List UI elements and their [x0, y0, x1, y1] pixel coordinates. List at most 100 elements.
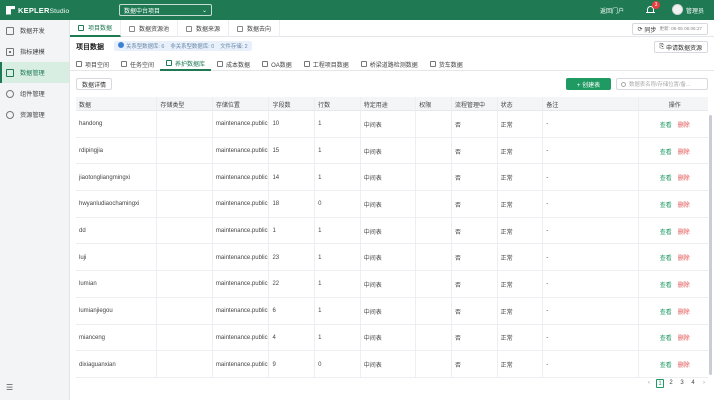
view-link[interactable]: 查看	[660, 120, 672, 129]
cell-purpose: 中间表	[361, 271, 417, 298]
table-row[interactable]: lumianjiegou maintenance.public 6 1 中间表否正常 - 查…	[76, 297, 708, 325]
scrollbar[interactable]	[709, 115, 712, 375]
view-link[interactable]: 查看	[660, 227, 672, 236]
subtab-truck-data[interactable]: 货车数据	[424, 57, 469, 71]
delete-link[interactable]: 删除	[678, 253, 690, 262]
cell-note: -	[543, 111, 639, 138]
cell-status: 正常	[498, 351, 544, 378]
delete-link[interactable]: 删除	[678, 333, 690, 342]
delete-link[interactable]: 删除	[678, 173, 690, 182]
cell-permission	[416, 217, 453, 245]
username[interactable]: 管理员	[686, 6, 704, 15]
create-table-button[interactable]: + 创建表	[566, 78, 611, 90]
table-row[interactable]: mianceng maintenance.public 4 1 中间表否正常 - 查看 删除	[76, 324, 708, 352]
cell-permission	[416, 191, 453, 218]
menu-collapse-icon[interactable]: ☰	[6, 383, 13, 392]
pager-page-4[interactable]: 4	[689, 379, 697, 388]
cell-storage-type	[157, 271, 213, 298]
sync-button[interactable]: ⟳ 同步 更新: 06-05 06:06:27	[631, 23, 708, 35]
delete-link[interactable]: 删除	[678, 200, 690, 209]
column-header: 字段数	[269, 97, 316, 111]
view-link[interactable]: 查看	[660, 333, 672, 342]
logo[interactable]: KEPLERStudio	[0, 0, 70, 20]
table-row[interactable]: jiaotongliangmingxi maintenance.public 14 1…	[76, 164, 708, 192]
subtab-cost-data[interactable]: 成本数据	[211, 57, 256, 71]
sidebar-item-resource-management[interactable]: 资源管理	[0, 104, 69, 125]
table-row[interactable]: handong maintenance.public 10 1 中间表否正常 - 查看 删除	[76, 111, 708, 138]
avatar[interactable]	[672, 4, 683, 15]
pager-page-2[interactable]: 2	[667, 379, 675, 388]
pager-page-3[interactable]: 3	[678, 379, 686, 388]
view-link[interactable]: 查看	[660, 280, 672, 289]
sidebar-item-component-management[interactable]: 组件管理	[0, 83, 69, 104]
cell-storage-type	[157, 111, 213, 138]
cell-storage-type	[157, 244, 213, 272]
cell-storage-type	[157, 217, 213, 245]
table-body: handong maintenance.public 10 1 中间表否正常 - 查看 删除 r…	[76, 111, 708, 378]
subtab-icon	[166, 60, 173, 66]
subtab-bridge-road-data[interactable]: 桥梁道路检测数据	[355, 57, 424, 71]
delete-link[interactable]: 删除	[678, 360, 690, 369]
cell-field-count: 4	[269, 324, 316, 352]
subtab-project-space[interactable]: 项目空间	[70, 57, 115, 71]
view-link[interactable]: 查看	[660, 307, 672, 316]
brand-name: KEPLER	[18, 5, 50, 15]
pager-next-button[interactable]: ›	[700, 379, 708, 388]
delete-link[interactable]: 删除	[678, 280, 690, 289]
table-row[interactable]: lumian maintenance.public 22 1 中间表否正常 - 查看 删除	[76, 271, 708, 298]
tab-project-data[interactable]: 项目数据	[70, 20, 122, 37]
cell-row-count: 1	[315, 217, 361, 245]
table-row[interactable]: hwyanludiaochamingxi maintenance.public 18…	[76, 191, 708, 218]
delete-link[interactable]: 删除	[678, 120, 690, 129]
view-link[interactable]: 查看	[660, 200, 672, 209]
cell-status: 正常	[498, 217, 544, 245]
pager-page-1[interactable]: 1	[656, 379, 664, 388]
table-row[interactable]: dixiaguanxian maintenance.public 9 0 中间表 否正常 -…	[76, 351, 708, 378]
delete-link[interactable]: 删除	[678, 307, 690, 316]
sidebar-item-data-dev[interactable]: 数据开发	[0, 20, 69, 41]
subtab-icon	[429, 61, 436, 67]
subtab-maintenance-db[interactable]: 养护数据库	[160, 57, 212, 71]
subtab-project-data[interactable]: 工程项目数据	[298, 57, 355, 71]
cell-name: handong	[76, 111, 158, 138]
pagination: ‹ 1 2 3 4 ›	[645, 379, 708, 388]
tab-data-source[interactable]: 数据来源	[178, 20, 230, 37]
cell-field-count: 15	[269, 137, 316, 165]
subtab-icon	[121, 61, 128, 67]
view-link[interactable]: 查看	[660, 360, 672, 369]
delete-link[interactable]: 删除	[678, 227, 690, 236]
view-link[interactable]: 查看	[660, 173, 672, 182]
subtab-task-space[interactable]: 任务空间	[115, 57, 160, 71]
search-input[interactable]: 数据表名称/存储位置/备...	[616, 78, 708, 90]
cell-purpose: 中间表	[361, 191, 417, 218]
sidebar-item-metric-modeling[interactable]: 指标建模	[0, 41, 69, 62]
cell-row-count: 1	[315, 297, 361, 325]
cell-permission	[416, 297, 453, 325]
cell-actions: 查看 删除	[639, 164, 708, 191]
delete-link[interactable]: 删除	[678, 147, 690, 156]
cell-note: -	[543, 351, 639, 378]
table-row[interactable]: dd maintenance.public 1 1 中间表否正常 - 查看 删除	[76, 217, 708, 245]
cell-row-count: 1	[315, 324, 361, 352]
cell-storage-location: maintenance.public	[213, 191, 270, 218]
subtab-oa-data[interactable]: OA数据	[256, 57, 298, 71]
data-detail-button[interactable]: 数据详情	[76, 78, 113, 90]
cell-status: 正常	[498, 271, 544, 298]
cell-purpose: 中间表	[361, 351, 417, 378]
table-row[interactable]: luji maintenance.public 23 1 中间表否正常 - 查看 删除	[76, 244, 708, 272]
sidebar-item-data-management[interactable]: 数据管理	[0, 62, 69, 83]
cell-purpose: 中间表	[361, 137, 417, 165]
cell-in-process: 否	[452, 297, 498, 325]
apply-resource-button[interactable]: ⎘ 申请数据资源	[653, 41, 708, 53]
cell-storage-location: maintenance.public	[213, 137, 270, 165]
view-link[interactable]: 查看	[660, 147, 672, 156]
project-select[interactable]: 数据中台项目 ⌄	[119, 4, 212, 16]
tab-data-destination[interactable]: 数据去向	[229, 20, 281, 37]
tab-data-resource-pool[interactable]: 数据资源池	[121, 20, 179, 37]
pager-prev-button[interactable]: ‹	[645, 379, 653, 388]
back-portal-link[interactable]: 返回门户	[600, 6, 624, 15]
view-link[interactable]: 查看	[660, 253, 672, 262]
column-header: 流程管理中	[452, 97, 498, 111]
table-row[interactable]: rdipingjia maintenance.public 15 1 中间表否正常 - 查看…	[76, 137, 708, 165]
cell-permission	[416, 111, 453, 138]
